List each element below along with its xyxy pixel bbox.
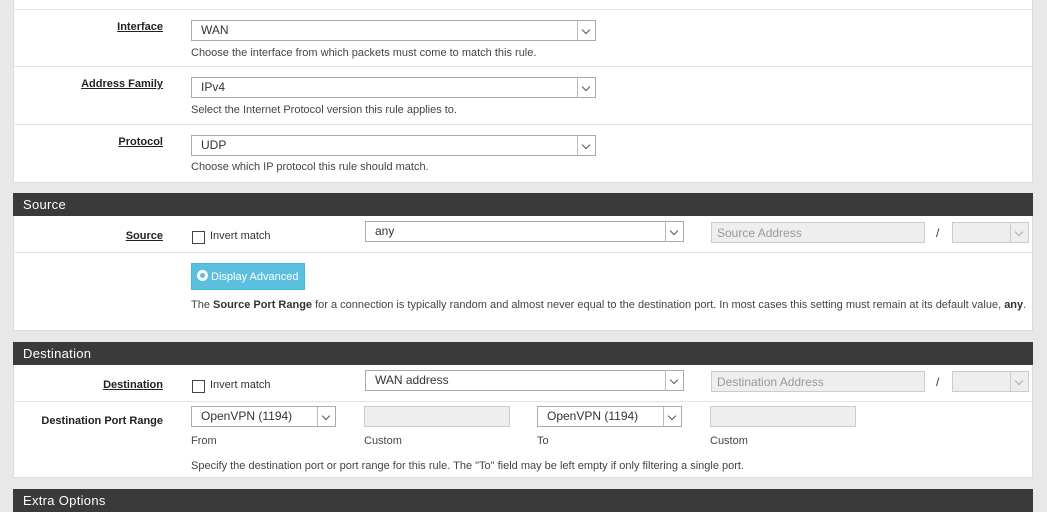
destination-mask-select[interactable] <box>952 371 1029 392</box>
source-label: Source <box>125 230 163 242</box>
protocol-row: Protocol UDP Choose which IP protocol th… <box>14 125 1032 182</box>
destination-port-from-value: OpenVPN (1194) <box>201 409 293 423</box>
destination-port-to-custom-input[interactable] <box>710 406 856 427</box>
address-family-help: Select the Internet Protocol version thi… <box>191 104 457 116</box>
destination-port-row: Destination Port Range OpenVPN (1194) Op… <box>14 402 1032 478</box>
gear-icon <box>197 270 208 281</box>
interface-help: Choose the interface from which packets … <box>191 47 537 59</box>
chevron-down-icon <box>1010 372 1028 391</box>
address-family-select[interactable]: IPv4 <box>191 77 596 98</box>
destination-port-to-select[interactable]: OpenVPN (1194) <box>537 406 682 427</box>
source-mask-select[interactable] <box>952 222 1029 243</box>
chevron-down-icon <box>317 407 335 426</box>
source-row: Source Invert match any Source Address / <box>14 216 1032 253</box>
interface-select[interactable]: WAN <box>191 20 596 41</box>
destination-address-input[interactable]: Destination Address <box>711 371 925 392</box>
destination-invert-checkbox[interactable] <box>192 380 205 393</box>
rule-general-panel: Interface WAN Choose the interface from … <box>13 0 1033 183</box>
destination-port-range-label: Destination Port Range <box>41 415 163 427</box>
interface-row: Interface WAN Choose the interface from … <box>14 9 1032 67</box>
destination-label: Destination <box>103 379 163 391</box>
source-section-header: Source <box>13 193 1033 216</box>
address-family-row: Address Family IPv4 Select the Internet … <box>14 67 1032 125</box>
source-invert-checkbox[interactable] <box>192 231 205 244</box>
destination-type-value: WAN address <box>375 373 449 387</box>
chevron-down-icon <box>665 371 683 390</box>
interface-label: Interface <box>117 21 163 33</box>
source-mask-slash: / <box>936 226 940 240</box>
source-address-input[interactable]: Source Address <box>711 222 925 243</box>
chevron-down-icon <box>1010 223 1028 242</box>
custom-caption-from: Custom <box>364 435 402 447</box>
chevron-down-icon <box>665 222 683 241</box>
chevron-down-icon <box>663 407 681 426</box>
source-invert-label: Invert match <box>210 230 271 242</box>
to-caption: To <box>537 435 549 447</box>
destination-port-to-value: OpenVPN (1194) <box>547 409 639 423</box>
destination-row: Destination Invert match WAN address Des… <box>14 365 1032 402</box>
interface-select-value: WAN <box>201 23 229 37</box>
destination-port-help: Specify the destination port or port ran… <box>191 460 744 472</box>
display-advanced-label: Display Advanced <box>211 271 299 283</box>
protocol-select[interactable]: UDP <box>191 135 596 156</box>
chevron-down-icon <box>577 78 595 97</box>
protocol-help: Choose which IP protocol this rule shoul… <box>191 161 429 173</box>
destination-invert-label: Invert match <box>210 379 271 391</box>
custom-caption-to: Custom <box>710 435 748 447</box>
display-advanced-button[interactable]: Display Advanced <box>191 263 305 290</box>
source-help-prefix: The <box>191 299 214 311</box>
destination-section-header: Destination <box>13 342 1033 365</box>
destination-type-select[interactable]: WAN address <box>365 370 684 391</box>
from-caption: From <box>191 435 217 447</box>
protocol-select-value: UDP <box>201 138 227 152</box>
source-type-value: any <box>375 224 395 238</box>
source-help-suffix: . <box>1023 299 1027 311</box>
destination-mask-slash: / <box>936 375 940 389</box>
source-help-mid: for a connection is typically random and… <box>312 299 1005 311</box>
source-help-bold-any: any <box>1004 299 1024 311</box>
source-help-bold: Source Port Range <box>213 299 313 311</box>
destination-port-from-custom-input[interactable] <box>364 406 510 427</box>
source-type-select[interactable]: any <box>365 221 684 242</box>
source-panel: Source Invert match any Source Address /… <box>13 216 1033 331</box>
source-address-placeholder: Source Address <box>717 226 802 240</box>
chevron-down-icon <box>577 21 595 40</box>
chevron-down-icon <box>577 136 595 155</box>
address-family-select-value: IPv4 <box>201 80 226 94</box>
destination-port-from-select[interactable]: OpenVPN (1194) <box>191 406 336 427</box>
protocol-label: Protocol <box>118 136 163 148</box>
source-advanced-row: Display Advanced The Source Port Range f… <box>14 253 1032 331</box>
extra-options-section-header: Extra Options <box>13 489 1033 512</box>
source-port-help: The Source Port Range for a connection i… <box>191 297 1031 313</box>
destination-address-placeholder: Destination Address <box>717 375 824 389</box>
address-family-label: Address Family <box>81 78 163 90</box>
destination-panel: Destination Invert match WAN address Des… <box>13 365 1033 478</box>
